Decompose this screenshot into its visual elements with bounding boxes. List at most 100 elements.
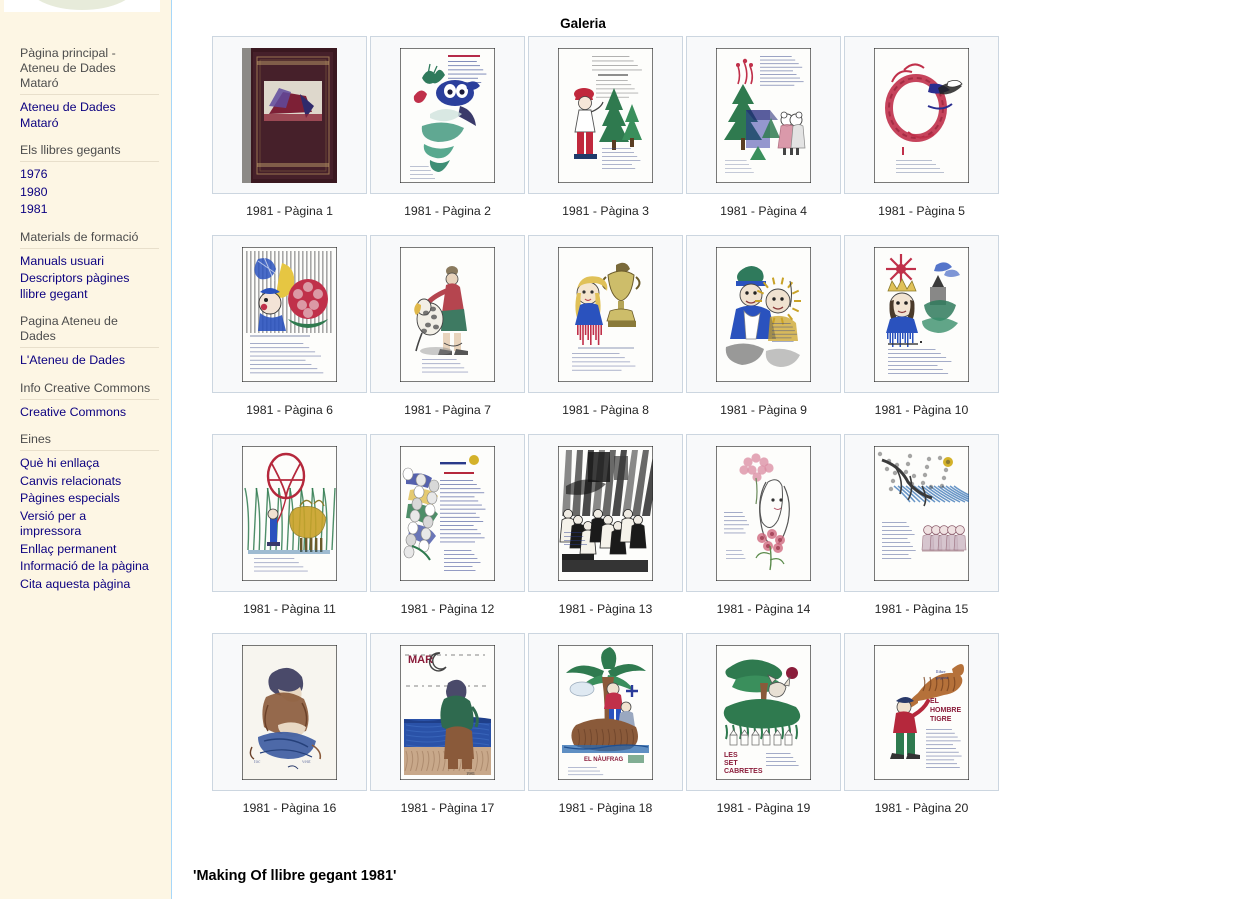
sidebar-link-1981[interactable]: 1981 [20, 201, 159, 219]
gallery-thumbnail-link[interactable]: EL NÀUFRAG [528, 633, 683, 791]
gallery-thumbnail-link[interactable]: LES SET CABRETES [686, 633, 841, 791]
sidebar-portlet: Materials de formació Manuals usuari Descr… [0, 230, 171, 304]
gallery-thumbnail-image-red-wreath [874, 47, 969, 183]
gallery-thumbnail-link[interactable] [370, 434, 525, 592]
gallery-row: foc vent 1981 - Pàgina 16 MAR 1981 1981 - Pàg… [212, 633, 1002, 828]
gallery-thumbnail-image-palm-island: EL NÀUFRAG [558, 644, 653, 780]
gallery-thumbnail-link[interactable] [844, 36, 999, 194]
gallery-thumbnail-image-woman-dog [400, 246, 495, 382]
sidebar-link-ateneu-de-dades-matar[interactable]: Ateneu de Dades Mataró [20, 99, 159, 132]
sidebar-link-1980[interactable]: 1980 [20, 184, 159, 202]
gallery-thumbnail-image-king-castle [874, 246, 969, 382]
sidebar-link-manuals-usuari[interactable]: Manuals usuari [20, 253, 159, 271]
sidebar-link-l-ateneu-de-dades[interactable]: L'Ateneu de Dades [20, 352, 159, 370]
gallery-item: 1981 - Pàgina 3 [528, 36, 686, 231]
gallery-thumbnail-link[interactable] [212, 235, 367, 393]
gallery-item: 1981 - Pàgina 2 [370, 36, 528, 231]
gallery-thumbnail-link[interactable] [686, 434, 841, 592]
gallery-caption: 1981 - Pàgina 13 [558, 602, 653, 616]
gallery-item: MAR 1981 1981 - Pàgina 17 [370, 633, 528, 828]
gallery-item: 1981 - Pàgina 1 [212, 36, 370, 231]
gallery-thumbnail-link[interactable] [370, 235, 525, 393]
svg-text:CABRETES: CABRETES [724, 768, 763, 775]
gallery-caption: 1981 - Pàgina 20 [874, 801, 969, 815]
svg-text:gegant: gegant [936, 675, 949, 680]
gallery-caption: 1981 - Pàgina 17 [400, 801, 495, 815]
gallery-caption: 1981 - Pàgina 14 [716, 602, 811, 616]
gallery-caption: 1981 - Pàgina 7 [404, 403, 491, 417]
list-item: Informació de la pàgina [20, 558, 159, 576]
gallery-thumbnail-link[interactable] [528, 36, 683, 194]
gallery-item: 1981 - Pàgina 12 [370, 434, 528, 629]
gallery-thumbnail-link[interactable] [212, 434, 367, 592]
gallery-thumbnail-link[interactable] [844, 235, 999, 393]
sidebar-link-informaci-de-la-p-gina[interactable]: Informació de la pàgina [20, 558, 159, 576]
gallery-thumbnail-link[interactable] [528, 434, 683, 592]
gallery-thumbnail-link[interactable]: MAR 1981 [370, 633, 525, 791]
svg-text:1981: 1981 [466, 771, 475, 776]
sidebar-link-cita-aquesta-p-gina[interactable]: Cita aquesta pàgina [20, 576, 159, 594]
gallery-thumbnail-link[interactable]: foc vent [212, 633, 367, 791]
gallery-thumbnail-image-girl-trophy [558, 246, 653, 382]
svg-text:SET: SET [724, 760, 738, 767]
sidebar-link-versi-per-a-impressora[interactable]: Versió per a impressora [20, 508, 159, 541]
sidebar-portlet: Pàgina principal - Ateneu de Dades Matar… [0, 46, 171, 132]
wiki-logo-ellipse-icon [26, 0, 138, 10]
gallery-caption: 1981 - Pàgina 11 [243, 602, 336, 616]
gallery-item: 1981 - Pàgina 5 [844, 36, 1002, 231]
svg-text:foc: foc [254, 760, 261, 765]
sidebar-portlet: Els llibres gegants 1976 1980 1981 [0, 143, 171, 219]
svg-text:EL: EL [930, 698, 940, 705]
gallery-thumbnail-image-two-heads [716, 246, 811, 382]
gallery-thumbnail-link[interactable]: EL HOMBRE TIGRE llibre gegant [844, 633, 999, 791]
sidebar-link-descriptors-p-gines-llibre-gegant[interactable]: Descriptors pàgines llibre gegant [20, 270, 159, 303]
sidebar-portlet-heading: Pagina Ateneu de Dades [20, 314, 159, 348]
gallery-item: 1981 - Pàgina 4 [686, 36, 844, 231]
page-root: Pàgina principal - Ateneu de Dades Matar… [0, 0, 1256, 899]
list-item: Ateneu de Dades Mataró [20, 99, 159, 132]
gallery-thumbnail-image-girl-flowers [716, 445, 811, 581]
sidebar-link-1976[interactable]: 1976 [20, 166, 159, 184]
gallery-item: 1981 - Pàgina 9 [686, 235, 844, 430]
gallery-item: 1981 - Pàgina 15 [844, 434, 1002, 629]
gallery-row: 1981 - Pàgina 6 1981 - Pàgina 7 1981 - Pàg… [212, 235, 1002, 430]
list-item: 1980 [20, 184, 159, 202]
gallery-thumbnail-link[interactable] [528, 235, 683, 393]
svg-text:HOMBRE: HOMBRE [930, 707, 961, 714]
gallery-thumbnail-link[interactable] [686, 36, 841, 194]
content-area: Galeria 1981 - Pàgina 1 1981 - Pàgina 2 19… [173, 0, 1256, 899]
list-item: Creative Commons [20, 404, 159, 422]
sidebar-portlets: Pàgina principal - Ateneu de Dades Matar… [0, 46, 171, 604]
gallery-thumbnail-image-boy-trees [558, 47, 653, 183]
site-logo[interactable] [4, 0, 160, 12]
gallery-item: EL HOMBRE TIGRE llibre gegant 1981 - Pàgina 2… [844, 633, 1002, 828]
gallery-thumbnail-link[interactable] [212, 36, 367, 194]
sidebar-link-enlla-permanent[interactable]: Enllaç permanent [20, 541, 159, 559]
list-item: L'Ateneu de Dades [20, 352, 159, 370]
list-item: Manuals usuari [20, 253, 159, 271]
sidebar-portlet: Info Creative Commons Creative Commons [0, 381, 171, 422]
sidebar-link-creative-commons[interactable]: Creative Commons [20, 404, 159, 422]
gallery-thumbnail-link[interactable] [844, 434, 999, 592]
gallery-thumbnail-image-sea-night: MAR1981 [400, 644, 495, 780]
gallery-caption: 1981 - Pàgina 9 [720, 403, 807, 417]
gallery-thumbnail-image-book-cover [242, 47, 337, 183]
gallery-item: 1981 - Pàgina 8 [528, 235, 686, 430]
list-item: Descriptors pàgines llibre gegant [20, 270, 159, 303]
gallery-thumbnail-image-balloon-beast [242, 445, 337, 581]
gallery-item: EL NÀUFRAG 1981 - Pàgina 18 [528, 633, 686, 828]
sidebar-link-qu-hi-enlla-a[interactable]: Què hi enllaça [20, 455, 159, 473]
gallery-thumbnail-link[interactable] [370, 36, 525, 194]
gallery-thumbnail-link[interactable] [686, 235, 841, 393]
sidebar-link-canvis-relacionats[interactable]: Canvis relacionats [20, 473, 159, 491]
gallery-thumbnail-image-moon-clown [242, 246, 337, 382]
sidebar-link-list: L'Ateneu de Dades [20, 352, 159, 370]
sidebar-link-p-gines-especials[interactable]: Pàgines especials [20, 490, 159, 508]
svg-text:TIGRE: TIGRE [930, 716, 952, 723]
gallery-item: 1981 - Pàgina 7 [370, 235, 528, 430]
gallery-item: 1981 - Pàgina 11 [212, 434, 370, 629]
svg-text:llibre: llibre [936, 669, 946, 674]
gallery-caption: 1981 - Pàgina 4 [720, 204, 807, 218]
gallery-grid: 1981 - Pàgina 1 1981 - Pàgina 2 1981 - Pàg… [212, 36, 1002, 832]
sidebar-portlet: Pagina Ateneu de Dades L'Ateneu de Dades [0, 314, 171, 370]
